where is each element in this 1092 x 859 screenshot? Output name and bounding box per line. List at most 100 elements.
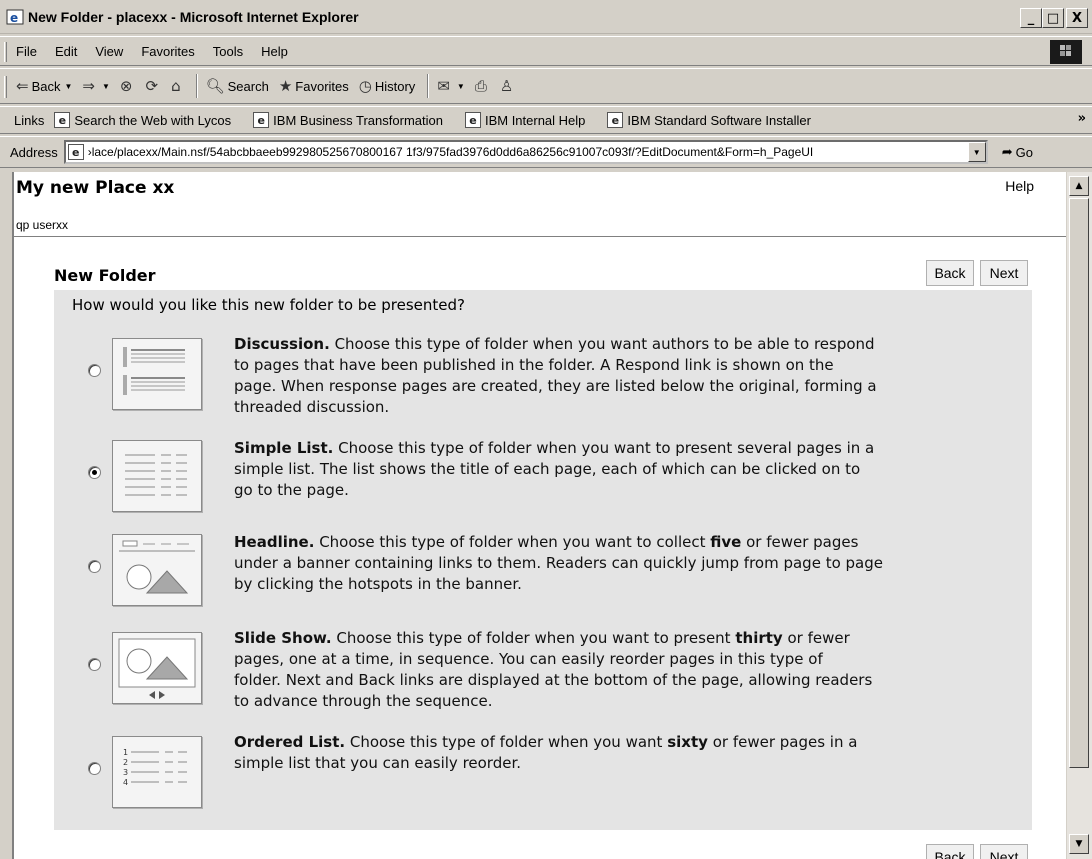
option-title: Ordered List. xyxy=(234,733,346,751)
ordered-list-thumbnail-icon: 1234 xyxy=(112,736,202,808)
minimize-button[interactable]: _ xyxy=(1020,8,1042,28)
address-input[interactable]: e ›lace/placexx/Main.nsf/54abcbbaeeb9929… xyxy=(63,140,988,164)
address-dropdown-chevron-down-icon[interactable]: ▼ xyxy=(967,142,986,162)
link-ibm-software-installer[interactable]: e IBM Standard Software Installer xyxy=(607,112,811,128)
radio-selected-dot xyxy=(92,470,97,475)
search-icon: 🔍︎ xyxy=(205,77,225,95)
ie-page-icon: e xyxy=(54,112,71,128)
toolbar-separator xyxy=(427,74,430,98)
simple-list-thumbnail-icon xyxy=(112,440,202,512)
discussion-description: Discussion. Choose this type of folder w… xyxy=(234,335,877,416)
help-link[interactable]: Help xyxy=(1005,178,1034,194)
go-button[interactable]: ➦ Go xyxy=(1002,145,1033,160)
svg-text:2: 2 xyxy=(123,758,128,767)
link-label: IBM Internal Help xyxy=(484,112,586,128)
address-bar: Address e ›lace/placexx/Main.nsf/54abcbb… xyxy=(0,136,1092,168)
svg-text:1: 1 xyxy=(123,748,128,757)
search-label: Search xyxy=(227,78,269,94)
link-ibm-internal-help[interactable]: e IBM Internal Help xyxy=(464,112,586,128)
menu-bar: File Edit View Favorites Tools Help xyxy=(0,36,1092,66)
stop-icon: ⊗ xyxy=(119,77,133,95)
chevron-down-icon[interactable]: ▼ xyxy=(102,82,110,91)
messenger-button[interactable]: ♙ xyxy=(500,77,516,95)
back-button-bottom[interactable]: Back xyxy=(926,844,974,859)
mail-icon: ✉ xyxy=(437,77,450,95)
radio-simple-list[interactable] xyxy=(88,466,101,479)
folder-question: How would you like this new folder to be… xyxy=(72,296,466,314)
favorites-button[interactable]: ★ Favorites xyxy=(279,77,349,95)
link-lycos[interactable]: e Search the Web with Lycos xyxy=(54,112,231,128)
print-icon: ⎙ xyxy=(474,77,487,95)
headline-thumbnail-icon xyxy=(112,534,202,606)
forward-button[interactable]: ⇒ ▼ xyxy=(82,77,110,95)
option-title: Slide Show. xyxy=(234,629,332,647)
next-button-top[interactable]: Next xyxy=(980,260,1028,286)
scroll-thumb[interactable] xyxy=(1069,198,1089,768)
ie-page-icon: e xyxy=(253,112,270,128)
option-title: Simple List. xyxy=(234,439,334,457)
address-label: Address xyxy=(10,144,58,160)
back-label: Back xyxy=(31,78,61,94)
history-icon: ◷ xyxy=(358,77,372,95)
svg-text:e: e xyxy=(10,11,18,25)
refresh-button[interactable]: ⟳ xyxy=(145,77,161,95)
slide-show-description: Slide Show. Choose this type of folder w… xyxy=(234,629,873,710)
scroll-down-arrow-icon[interactable]: ▼ xyxy=(1069,834,1089,854)
menu-help[interactable]: Help xyxy=(261,44,288,59)
back-button[interactable]: ⇐ Back ▼ xyxy=(16,77,72,95)
chevron-down-icon[interactable]: ▼ xyxy=(457,82,465,91)
address-url: ›lace/placexx/Main.nsf/54abcbbaeeb992980… xyxy=(87,145,814,159)
forward-arrow-icon: ⇒ xyxy=(82,77,95,95)
go-label: Go xyxy=(1015,144,1033,160)
headline-description: Headline. Choose this type of folder whe… xyxy=(234,533,883,593)
next-button-bottom[interactable]: Next xyxy=(980,844,1028,859)
toolbar-grip xyxy=(4,76,7,98)
slide-show-thumbnail-icon xyxy=(112,632,202,704)
menu-edit[interactable]: Edit xyxy=(55,44,77,59)
maximize-button[interactable]: □ xyxy=(1042,8,1064,28)
chevron-down-icon[interactable]: ▼ xyxy=(64,82,72,91)
radio-ordered-list[interactable] xyxy=(88,762,101,775)
option-title: Discussion. xyxy=(234,335,330,353)
menu-view[interactable]: View xyxy=(95,44,123,59)
menu-grip xyxy=(4,42,7,62)
menu-favorites[interactable]: Favorites xyxy=(141,44,194,59)
ie-app-icon: e xyxy=(6,8,24,26)
links-more-chevron-icon[interactable]: » xyxy=(1078,111,1086,126)
favorites-label: Favorites xyxy=(295,78,349,94)
go-arrow-icon: ➦ xyxy=(1001,144,1013,160)
link-ibm-business-transformation[interactable]: e IBM Business Transformation xyxy=(253,112,443,128)
stop-button[interactable]: ⊗ xyxy=(120,77,136,95)
scroll-up-arrow-icon[interactable]: ▲ xyxy=(1069,176,1089,196)
simple-list-description: Simple List. Choose this type of folder … xyxy=(234,439,875,499)
window-title-bar: e New Folder - placexx - Microsoft Inter… xyxy=(0,0,1092,34)
favorites-icon: ★ xyxy=(278,77,293,95)
history-label: History xyxy=(374,78,416,94)
ordered-list-description: Ordered List. Choose this type of folder… xyxy=(234,733,858,772)
search-button[interactable]: 🔍︎ Search xyxy=(206,77,269,95)
standard-toolbar: ⇐ Back ▼ ⇒ ▼ ⊗ ⟳ ⌂ 🔍︎ Search ★ Favorites… xyxy=(0,68,1092,104)
close-button[interactable]: X xyxy=(1066,8,1088,28)
menu-file[interactable]: File xyxy=(16,44,37,59)
ie-page-icon: e xyxy=(464,112,481,128)
toolbar-separator xyxy=(195,74,198,98)
history-button[interactable]: ◷ History xyxy=(359,77,416,95)
form-title: New Folder xyxy=(54,266,156,285)
mail-button[interactable]: ✉ ▼ xyxy=(437,77,465,95)
ie-page-icon: e xyxy=(607,112,624,128)
place-header: My new Place xx Help qp userxx xyxy=(14,172,1066,237)
link-label: Search the Web with Lycos xyxy=(74,112,232,128)
page-viewport: My new Place xx Help qp userxx New Folde… xyxy=(12,172,1066,859)
windows-logo-icon xyxy=(1050,40,1082,64)
back-button-top[interactable]: Back xyxy=(926,260,974,286)
place-title: My new Place xx xyxy=(16,178,175,198)
radio-headline[interactable] xyxy=(88,560,101,573)
home-button[interactable]: ⌂ xyxy=(171,77,184,95)
radio-discussion[interactable] xyxy=(88,364,101,377)
back-arrow-icon: ⇐ xyxy=(16,77,29,95)
user-name: qp userxx xyxy=(16,218,69,232)
radio-slide-show[interactable] xyxy=(88,658,101,671)
print-button[interactable]: ⎙ xyxy=(475,77,490,95)
menu-tools[interactable]: Tools xyxy=(213,44,243,59)
vertical-scrollbar[interactable]: ▲ ▼ xyxy=(1066,172,1092,859)
